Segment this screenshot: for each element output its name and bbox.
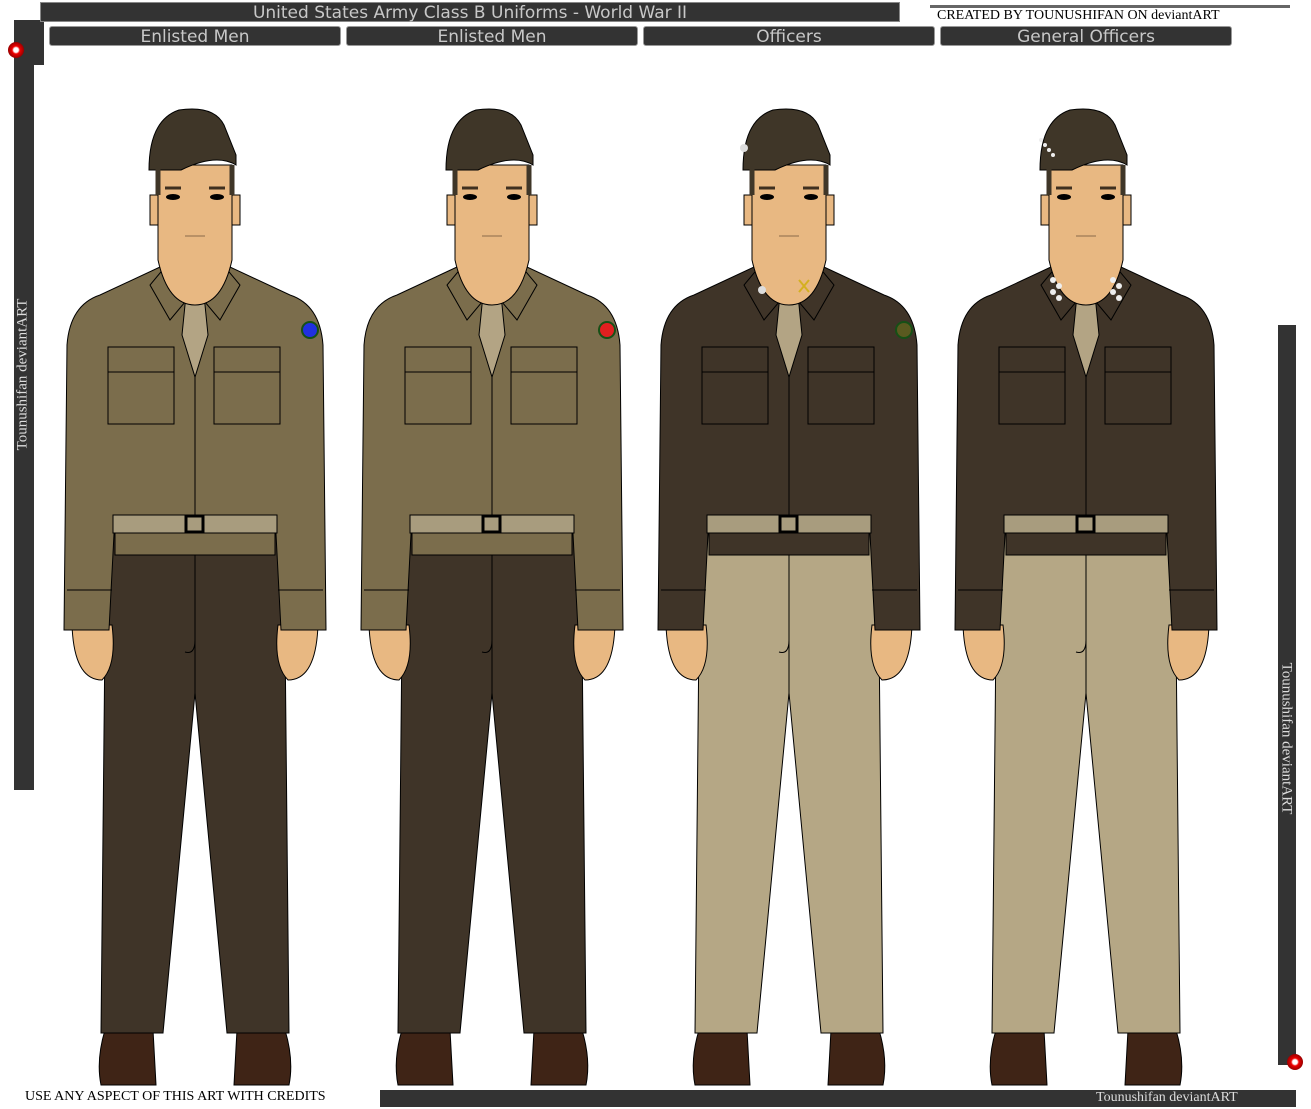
boots — [989, 1029, 1183, 1086]
head — [454, 164, 530, 306]
frame-emblem-icon — [1287, 1054, 1303, 1070]
creator-credit: CREATED BY TOUNUSHIFAN ON deviantART — [937, 8, 1220, 23]
garrison-cap — [148, 108, 237, 171]
head — [751, 164, 827, 306]
head — [157, 164, 233, 306]
tab-officers[interactable]: Officers — [643, 26, 935, 47]
tab-enlisted-men-1[interactable]: Enlisted Men — [49, 26, 341, 47]
garrison-cap — [445, 108, 534, 171]
side-credit-right: Tounushifan deviantART — [1278, 662, 1295, 815]
tab-general-officers[interactable]: General Officers — [940, 26, 1232, 47]
uniform-figure — [360, 108, 624, 1086]
page-title: United States Army Class B Uniforms - Wo… — [40, 2, 900, 23]
side-credit-left: Tounushifan deviantART — [14, 298, 31, 451]
garrison-cap — [1039, 108, 1128, 171]
boots — [395, 1029, 589, 1086]
uniform-figure — [657, 108, 921, 1086]
boots — [692, 1029, 886, 1086]
garrison-cap — [742, 108, 831, 171]
uniform-figure — [63, 108, 327, 1086]
uniform-figure — [954, 108, 1218, 1086]
boots — [98, 1029, 292, 1086]
frame-emblem-icon — [8, 42, 24, 58]
tab-enlisted-men-2[interactable]: Enlisted Men — [346, 26, 638, 47]
